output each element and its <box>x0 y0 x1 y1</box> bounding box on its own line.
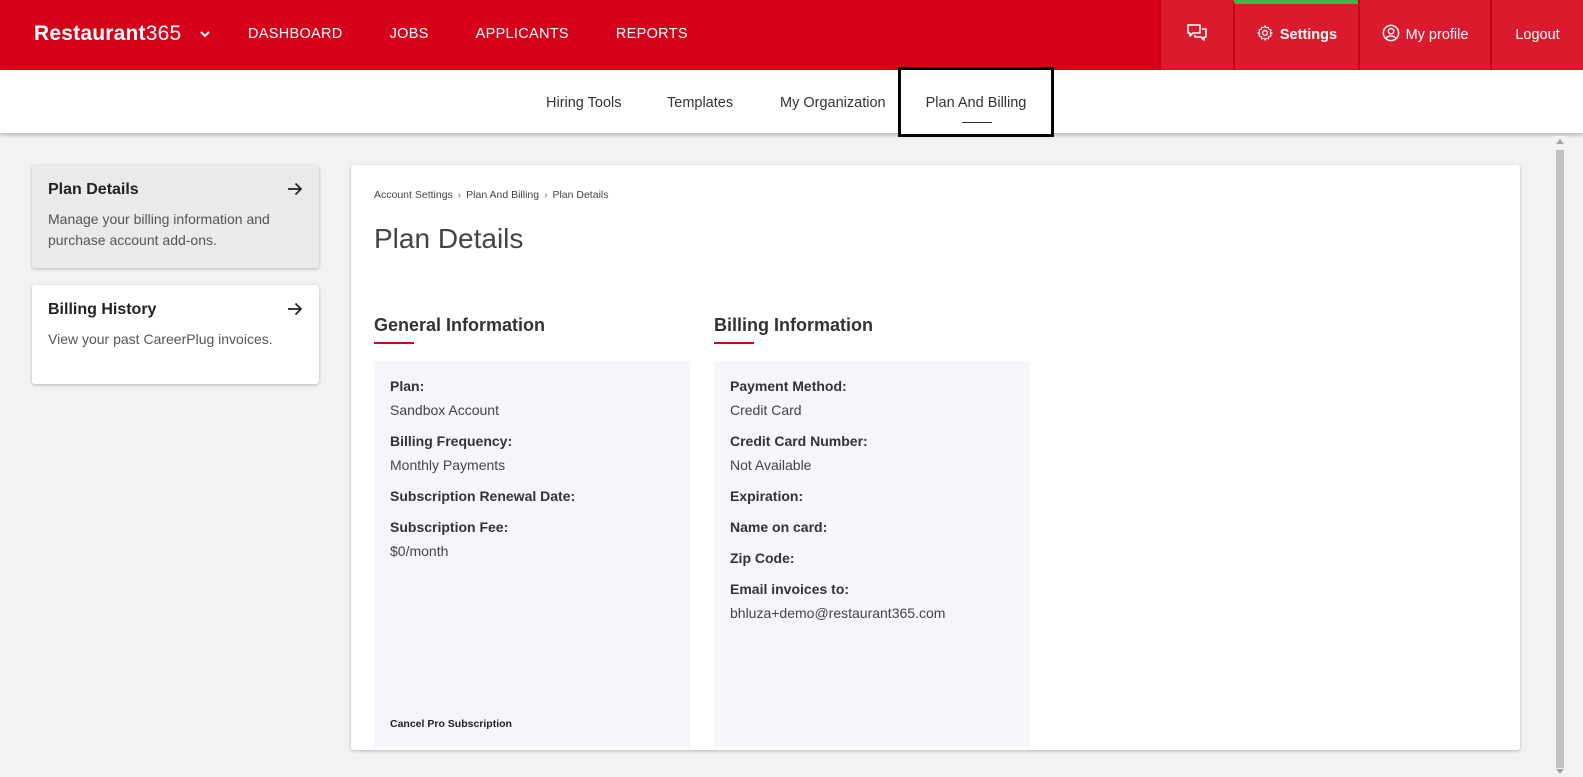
chat-bubbles-icon <box>1186 23 1208 47</box>
field-label: Payment Method: <box>730 378 847 394</box>
field-label: Zip Code: <box>730 550 795 566</box>
field-value: Not Available <box>730 457 812 473</box>
my-profile-button[interactable]: My profile <box>1358 0 1490 70</box>
breadcrumb-current: Plan Details <box>552 189 609 201</box>
field-value: $0/month <box>390 543 449 559</box>
settings-subnav: Hiring Tools Templates My Organization <box>0 70 1583 133</box>
nav-dashboard[interactable]: DASHBOARD <box>248 26 343 42</box>
arrow-right-icon <box>287 181 303 202</box>
breadcrumb-separator-icon: › <box>457 189 462 201</box>
credit-card-number-field: Credit Card Number: Not Available <box>730 432 1014 474</box>
field-value: bhluza+demo@restaurant365.com <box>730 605 946 621</box>
right-nav: Settings My profile Logout <box>1159 0 1583 70</box>
general-information-panel: Plan: Sandbox Account Billing Frequency:… <box>374 361 690 747</box>
scrollbar-thumb[interactable] <box>1556 150 1564 768</box>
scroll-down-icon[interactable] <box>1556 769 1564 774</box>
email-invoices-field: Email invoices to: bhluza+demo@restauran… <box>730 580 1014 622</box>
field-label: Credit Card Number: <box>730 433 868 449</box>
nav-jobs[interactable]: JOBS <box>390 26 429 42</box>
field-value: Monthly Payments <box>390 457 506 473</box>
field-label: Expiration: <box>730 488 804 504</box>
field-label: Billing Frequency: <box>390 433 513 449</box>
plan-details-card: Account Settings › Plan And Billing › Pl… <box>351 165 1520 750</box>
nav-reports[interactable]: REPORTS <box>616 26 688 42</box>
scroll-up-icon[interactable] <box>1556 139 1564 144</box>
brand-name: Restaurant <box>34 22 146 45</box>
tab-my-organization[interactable]: My Organization <box>780 95 886 111</box>
field-label: Email invoices to: <box>730 581 850 597</box>
top-navigation-bar: Restaurant 365 DASHBOARD JOBS APPLICANTS … <box>0 0 1583 70</box>
subscription-renewal-date-field: Subscription Renewal Date: <box>390 487 674 505</box>
logout-button[interactable]: Logout <box>1490 0 1583 70</box>
page-scrollbar[interactable] <box>1554 136 1566 777</box>
brand-logo[interactable]: Restaurant 365 <box>34 22 211 46</box>
messages-button[interactable] <box>1159 0 1233 70</box>
page-title: Plan Details <box>374 223 524 254</box>
tab-templates[interactable]: Templates <box>667 95 733 111</box>
field-label: Subscription Fee: <box>390 519 509 535</box>
name-on-card-field: Name on card: <box>730 518 1014 536</box>
payment-method-field: Payment Method: Credit Card <box>730 377 1014 419</box>
section-underline <box>374 342 414 344</box>
gear-icon <box>1256 24 1274 46</box>
subscription-fee-field: Subscription Fee: $0/month <box>390 518 674 560</box>
billing-information-panel: Payment Method: Credit Card Credit Card … <box>714 361 1030 747</box>
brand-number: 365 <box>145 22 182 45</box>
field-label: Name on card: <box>730 519 828 535</box>
active-tab-underline <box>962 122 992 123</box>
sidebar-item-title: Billing History <box>48 301 157 318</box>
settings-button[interactable]: Settings <box>1233 0 1358 70</box>
breadcrumb: Account Settings › Plan And Billing › Pl… <box>374 189 608 201</box>
settings-label: Settings <box>1279 27 1338 43</box>
sidebar-item-billing-history[interactable]: Billing History View your past CareerPlu… <box>32 285 319 384</box>
sidebar-item-title: Plan Details <box>48 181 139 198</box>
field-label: Plan: <box>390 378 425 394</box>
sidebar-item-plan-details[interactable]: Plan Details Manage your billing informa… <box>32 165 319 268</box>
plan-field: Plan: Sandbox Account <box>390 377 674 419</box>
field-value: Sandbox Account <box>390 402 499 418</box>
billing-information-heading: Billing Information <box>714 315 873 335</box>
tab-plan-and-billing[interactable]: Plan And Billing <box>898 67 1054 137</box>
cancel-pro-subscription-link[interactable]: Cancel Pro Subscription <box>390 718 512 730</box>
nav-applicants[interactable]: APPLICANTS <box>476 26 569 42</box>
general-information-heading: General Information <box>374 315 546 335</box>
my-profile-label: My profile <box>1405 27 1469 43</box>
zip-code-field: Zip Code: <box>730 549 1014 567</box>
breadcrumb-plan-and-billing[interactable]: Plan And Billing <box>466 189 539 201</box>
chevron-down-icon[interactable] <box>199 29 211 39</box>
main-nav: DASHBOARD JOBS APPLICANTS REPORTS <box>248 26 735 42</box>
field-value: Credit Card <box>730 402 802 418</box>
sidebar-item-description: Manage your billing information and purc… <box>48 211 270 248</box>
user-circle-icon <box>1382 24 1400 46</box>
tab-plan-and-billing-label: Plan And Billing <box>925 95 1027 111</box>
breadcrumb-account-settings[interactable]: Account Settings <box>374 189 453 201</box>
logout-label: Logout <box>1515 27 1560 43</box>
sidebar-item-description: View your past CareerPlug invoices. <box>48 331 273 347</box>
breadcrumb-separator-icon: › <box>544 189 548 201</box>
field-label: Subscription Renewal Date: <box>390 488 576 504</box>
arrow-right-icon <box>287 301 303 322</box>
billing-frequency-field: Billing Frequency: Monthly Payments <box>390 432 674 474</box>
tab-hiring-tools[interactable]: Hiring Tools <box>546 95 622 111</box>
section-underline <box>714 342 754 344</box>
expiration-field: Expiration: <box>730 487 1014 505</box>
